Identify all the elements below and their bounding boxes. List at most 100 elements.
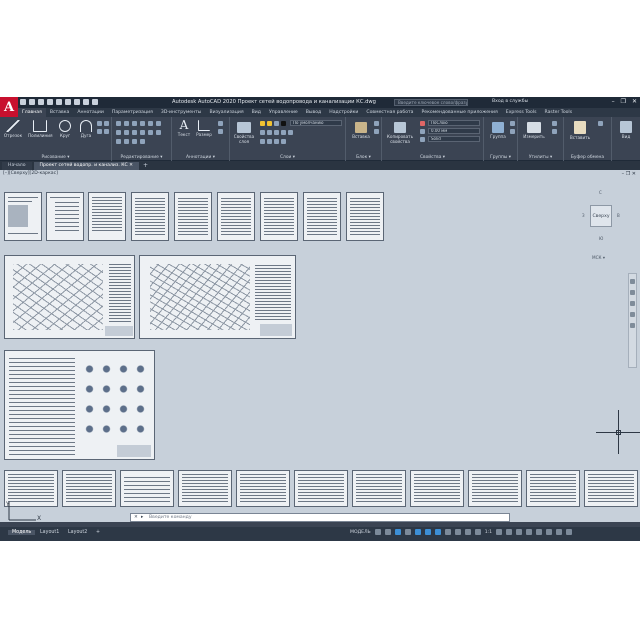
paste-tool[interactable]: Вставить — [567, 121, 593, 140]
table-sheet[interactable] — [468, 470, 522, 507]
ribbon-tab-collaborate[interactable]: Совместная работа — [362, 108, 417, 117]
rotate-icon[interactable] — [124, 121, 129, 126]
clean-screen-icon[interactable] — [556, 529, 563, 535]
ribbon-group-label[interactable]: Редактирование ▾ — [112, 155, 171, 160]
layer-tool-icon[interactable] — [267, 139, 272, 144]
ribbon-tab-view[interactable]: Вид — [248, 108, 265, 117]
ribbon-group-label[interactable]: Буфер обмена — [564, 155, 611, 160]
close-icon[interactable]: ✕ — [632, 98, 637, 105]
autocad-logo[interactable]: A — [0, 97, 18, 117]
viewcube-north[interactable]: С — [599, 190, 602, 195]
bulb-icon[interactable] — [260, 121, 265, 126]
drawing-viewport[interactable]: [–][Сверху][2D-каркас] – ❐ ✕ С З В Ю Све… — [0, 170, 640, 522]
tab-layout1[interactable]: Layout1 — [40, 530, 59, 535]
open-file-icon[interactable] — [29, 99, 35, 105]
add-layout-button[interactable]: + — [96, 530, 100, 535]
id-point-icon[interactable] — [552, 129, 557, 134]
quick-calc-icon[interactable] — [552, 121, 557, 126]
circle-tool[interactable]: Круг — [56, 120, 74, 138]
ribbon-tab-output[interactable]: Вывод — [302, 108, 325, 117]
customization-menu-icon[interactable] — [566, 529, 573, 535]
create-block-icon[interactable] — [374, 121, 379, 126]
linetype-icon[interactable] — [420, 137, 425, 142]
measure-tool[interactable]: Измерить — [521, 122, 547, 139]
table-sheet[interactable] — [236, 470, 290, 507]
drawing-sheet[interactable] — [46, 192, 84, 241]
linetype-dropdown[interactable]: Solid — [428, 136, 480, 142]
layer-tool-icon[interactable] — [288, 130, 293, 135]
ribbon-tab-home[interactable]: Главная — [18, 108, 46, 117]
showmotion-icon[interactable] — [630, 323, 635, 328]
layer-tool-icon[interactable] — [267, 130, 272, 135]
web-mobile-icon[interactable] — [56, 99, 62, 105]
table-sheet[interactable] — [410, 470, 464, 507]
orbit-icon[interactable] — [630, 312, 635, 317]
join-icon[interactable] — [132, 139, 137, 144]
object-snap-icon[interactable] — [434, 529, 441, 535]
quick-properties-icon[interactable] — [526, 529, 533, 535]
annotation-monitor-icon[interactable] — [506, 529, 513, 535]
move-icon[interactable] — [116, 121, 121, 126]
tab-model[interactable]: Модель — [8, 530, 36, 535]
array-icon[interactable] — [148, 130, 153, 135]
drawing-sheet[interactable] — [217, 192, 255, 241]
layer-tool-icon[interactable] — [281, 130, 286, 135]
undo-icon[interactable] — [74, 99, 80, 105]
viewcube-east[interactable]: В — [617, 213, 620, 218]
wcs-menu[interactable]: МСК ▾ — [592, 255, 605, 260]
layer-tool-icon[interactable] — [274, 139, 279, 144]
tab-drawing[interactable]: Проект сетей водопр. и канализ. КС ✕ — [33, 162, 140, 170]
table-sheet[interactable] — [294, 470, 348, 507]
ribbon-group-label[interactable]: Утилиты ▾ — [518, 155, 563, 160]
ungroup-icon[interactable] — [510, 121, 515, 126]
model-space-toggle[interactable]: МОДЕЛЬ — [350, 530, 371, 535]
spline-icon[interactable] — [104, 129, 109, 134]
maximize-icon[interactable]: ❐ — [621, 98, 626, 105]
transparency-icon[interactable] — [454, 529, 461, 535]
table-sheet[interactable] — [178, 470, 232, 507]
scale-icon[interactable] — [140, 130, 145, 135]
units-icon[interactable] — [516, 529, 523, 535]
plot-icon[interactable] — [65, 99, 71, 105]
table-sheet[interactable] — [526, 470, 580, 507]
ribbon-group-label[interactable]: Блок ▾ — [346, 155, 381, 160]
polyline-tool[interactable]: Полилиния — [28, 120, 53, 138]
network-plan-sheet[interactable] — [4, 255, 135, 339]
signin-button[interactable]: Вход в службы — [492, 99, 528, 104]
tab-start[interactable]: Начало — [2, 162, 32, 170]
full-navigation-wheel-icon[interactable] — [630, 279, 635, 284]
extend-icon[interactable] — [116, 139, 121, 144]
annotation-visibility-icon[interactable] — [474, 529, 481, 535]
text-tool[interactable]: A Текст — [175, 119, 193, 138]
command-close-icon[interactable]: ✕ — [134, 514, 138, 521]
group-edit-icon[interactable] — [510, 129, 515, 134]
workspace-gear-icon[interactable] — [496, 529, 503, 535]
ribbon-tab-3d-tools[interactable]: 3D-инструменты — [157, 108, 206, 117]
drawing-sheet[interactable] — [346, 192, 384, 241]
new-tab-button[interactable]: + — [139, 162, 152, 170]
tab-layout2[interactable]: Layout2 — [68, 530, 87, 535]
leader-icon[interactable] — [218, 121, 223, 126]
stretch-icon[interactable] — [132, 130, 137, 135]
object-snap-tracking-icon[interactable] — [424, 529, 431, 535]
hardware-acceleration-icon[interactable] — [546, 529, 553, 535]
layer-properties-tool[interactable]: Свойства слоя — [233, 122, 255, 144]
ribbon-group-label[interactable]: Свойства ▾ — [382, 155, 483, 160]
ribbon-group-label[interactable]: Слои ▾ — [230, 155, 345, 160]
layer-tool-icon[interactable] — [260, 130, 265, 135]
save-as-icon[interactable] — [47, 99, 53, 105]
ribbon-group-label[interactable]: Рисование ▾ — [0, 155, 111, 160]
viewcube-south[interactable]: Ю — [599, 236, 603, 241]
lineweight-toggle-icon[interactable] — [444, 529, 451, 535]
drawing-sheet[interactable] — [303, 192, 341, 241]
search-input[interactable]: Введите ключевое слово/фразу — [394, 99, 468, 106]
trim-icon[interactable] — [132, 121, 137, 126]
viewcube[interactable]: Сверху — [590, 205, 612, 227]
lineweight-dropdown[interactable]: 0.00 мм — [428, 128, 480, 134]
erase-icon[interactable] — [140, 121, 145, 126]
offset-icon[interactable] — [156, 130, 161, 135]
explode-icon[interactable] — [124, 130, 129, 135]
drawing-sheet[interactable] — [174, 192, 212, 241]
lineweight-icon[interactable] — [420, 129, 425, 134]
layer-tool-icon[interactable] — [281, 139, 286, 144]
